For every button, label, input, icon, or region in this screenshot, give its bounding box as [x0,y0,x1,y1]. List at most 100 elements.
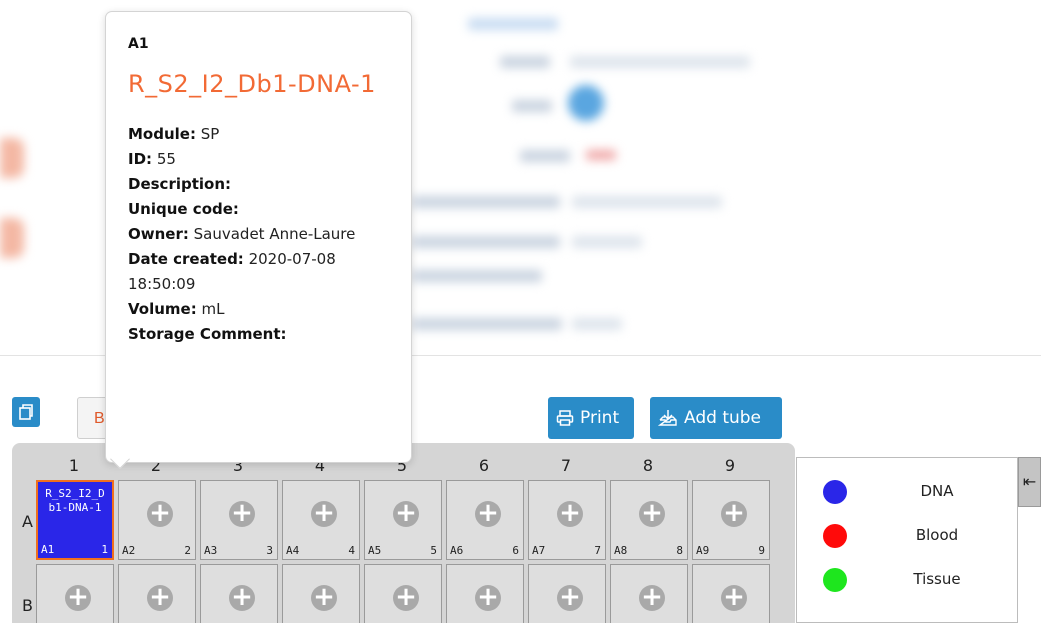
legend-item: Blood [797,520,1019,550]
legend-label: Blood [915,526,959,544]
well-sample-name: R_S2_I2_Db1-DNA-1 [45,487,105,514]
legend-color-dot [823,480,847,504]
well-empty[interactable]: + A7 7 [528,480,606,560]
tooltip-field-label: Date created: [128,250,244,268]
tooltip-field-label: Description: [128,175,232,193]
add-sample-icon[interactable]: + [475,584,501,611]
add-sample-icon[interactable]: + [393,500,419,527]
add-sample-icon[interactable]: + [229,584,255,611]
tooltip-field: Owner: Sauvadet Anne-Laure [128,222,389,247]
add-sample-icon[interactable]: + [147,584,173,611]
well-position: A1 [41,543,55,556]
well-empty[interactable]: + A9 9 [692,480,770,560]
column-label: 6 [478,456,490,475]
well-number: 3 [266,544,273,557]
tooltip-sample-name: R_S2_I2_Db1-DNA-1 [128,70,376,98]
copy-button[interactable] [12,397,40,427]
row-label: A [22,512,33,531]
well-empty[interactable]: + A4 4 [282,480,360,560]
tooltip-field-label: Storage Comment: [128,325,287,343]
tooltip-field: Storage Comment: [128,322,389,347]
well-position: A4 [286,544,300,557]
well-number: 8 [676,544,683,557]
well-empty[interactable]: + [118,564,196,623]
add-sample-icon[interactable]: + [557,584,583,611]
sample-tooltip: A1 R_S2_I2_Db1-DNA-1 Module: SP ID: 55 Des… [105,11,412,463]
well-empty[interactable]: + [692,564,770,623]
add-sample-icon[interactable]: + [311,500,337,527]
well-empty[interactable]: + [364,564,442,623]
well-empty[interactable]: + [610,564,688,623]
add-sample-icon[interactable]: + [311,584,337,611]
tooltip-field: Description: [128,172,389,197]
well-number: 1 [101,543,108,556]
tooltip-field: Date created: 2020-07-08 18:50:09 [128,247,389,297]
add-tube-label: Add tube [684,408,762,428]
add-sample-icon[interactable]: + [229,500,255,527]
legend-color-dot [823,568,847,592]
print-button[interactable]: Print [548,397,634,439]
add-sample-icon[interactable]: + [475,500,501,527]
well-number: 6 [512,544,519,557]
add-sample-icon[interactable]: + [721,500,747,527]
well-empty[interactable]: + [200,564,278,623]
stage: Bo Print Add tube 123456789 A B R_S2_I2_… [0,0,1041,623]
tooltip-field-label: ID: [128,150,153,168]
well-empty[interactable]: + [528,564,606,623]
well-position: A6 [450,544,464,557]
tooltip-field: Module: SP [128,122,389,147]
well-empty[interactable]: + [446,564,524,623]
arrow-left-icon: ⇤ [1022,472,1037,491]
well-position: A7 [532,544,546,557]
well-number: 5 [430,544,437,557]
tooltip-field-label: Module: [128,125,196,143]
tooltip-fields: Module: SP ID: 55 Description: Unique code… [128,122,389,347]
well-empty[interactable]: + A6 6 [446,480,524,560]
well-number: 7 [594,544,601,557]
well-empty[interactable]: + A8 8 [610,480,688,560]
add-tube-icon [658,410,677,426]
sample-type-legend: DNA Blood Tissue [796,457,1018,623]
add-tube-button[interactable]: Add tube [650,397,782,439]
well-position: A9 [696,544,710,557]
well-position: A8 [614,544,628,557]
tooltip-field: Volume: mL [128,297,389,322]
add-sample-icon[interactable]: + [639,584,665,611]
well-filled[interactable]: R_S2_I2_Db1-DNA-1 A1 1 [36,480,114,560]
well-empty[interactable]: + [282,564,360,623]
column-label: 7 [560,456,572,475]
well-empty[interactable]: + [36,564,114,623]
add-sample-icon[interactable]: + [639,500,665,527]
well-number: 9 [758,544,765,557]
tooltip-field-value: SP [200,125,220,143]
add-sample-icon[interactable]: + [557,500,583,527]
add-sample-icon[interactable]: + [65,584,91,611]
tooltip-field-value: Sauvadet Anne-Laure [193,225,356,243]
well-number: 2 [184,544,191,557]
well-position: A3 [204,544,218,557]
print-label: Print [580,408,620,428]
printer-icon [556,410,574,426]
well-number: 4 [348,544,355,557]
copy-icon [19,404,33,420]
legend-label: Tissue [913,570,961,588]
column-label: 8 [642,456,654,475]
add-sample-icon[interactable]: + [393,584,419,611]
well-empty[interactable]: + A2 2 [118,480,196,560]
collapse-handle[interactable]: ⇤ [1018,457,1041,507]
tooltip-field-value: mL [201,300,225,318]
well-empty[interactable]: + A3 3 [200,480,278,560]
legend-label: DNA [920,482,954,500]
well-position: A5 [368,544,382,557]
add-sample-icon[interactable]: + [147,500,173,527]
tooltip-field: ID: 55 [128,147,389,172]
legend-item: DNA [797,476,1019,506]
tooltip-field-value: 55 [156,150,176,168]
tooltip-position: A1 [128,36,149,52]
column-label: 1 [68,456,80,475]
add-sample-icon[interactable]: + [721,584,747,611]
well-empty[interactable]: + A5 5 [364,480,442,560]
tooltip-field-label: Volume: [128,300,197,318]
row-label: B [22,596,33,615]
tooltip-field-label: Unique code: [128,200,239,218]
